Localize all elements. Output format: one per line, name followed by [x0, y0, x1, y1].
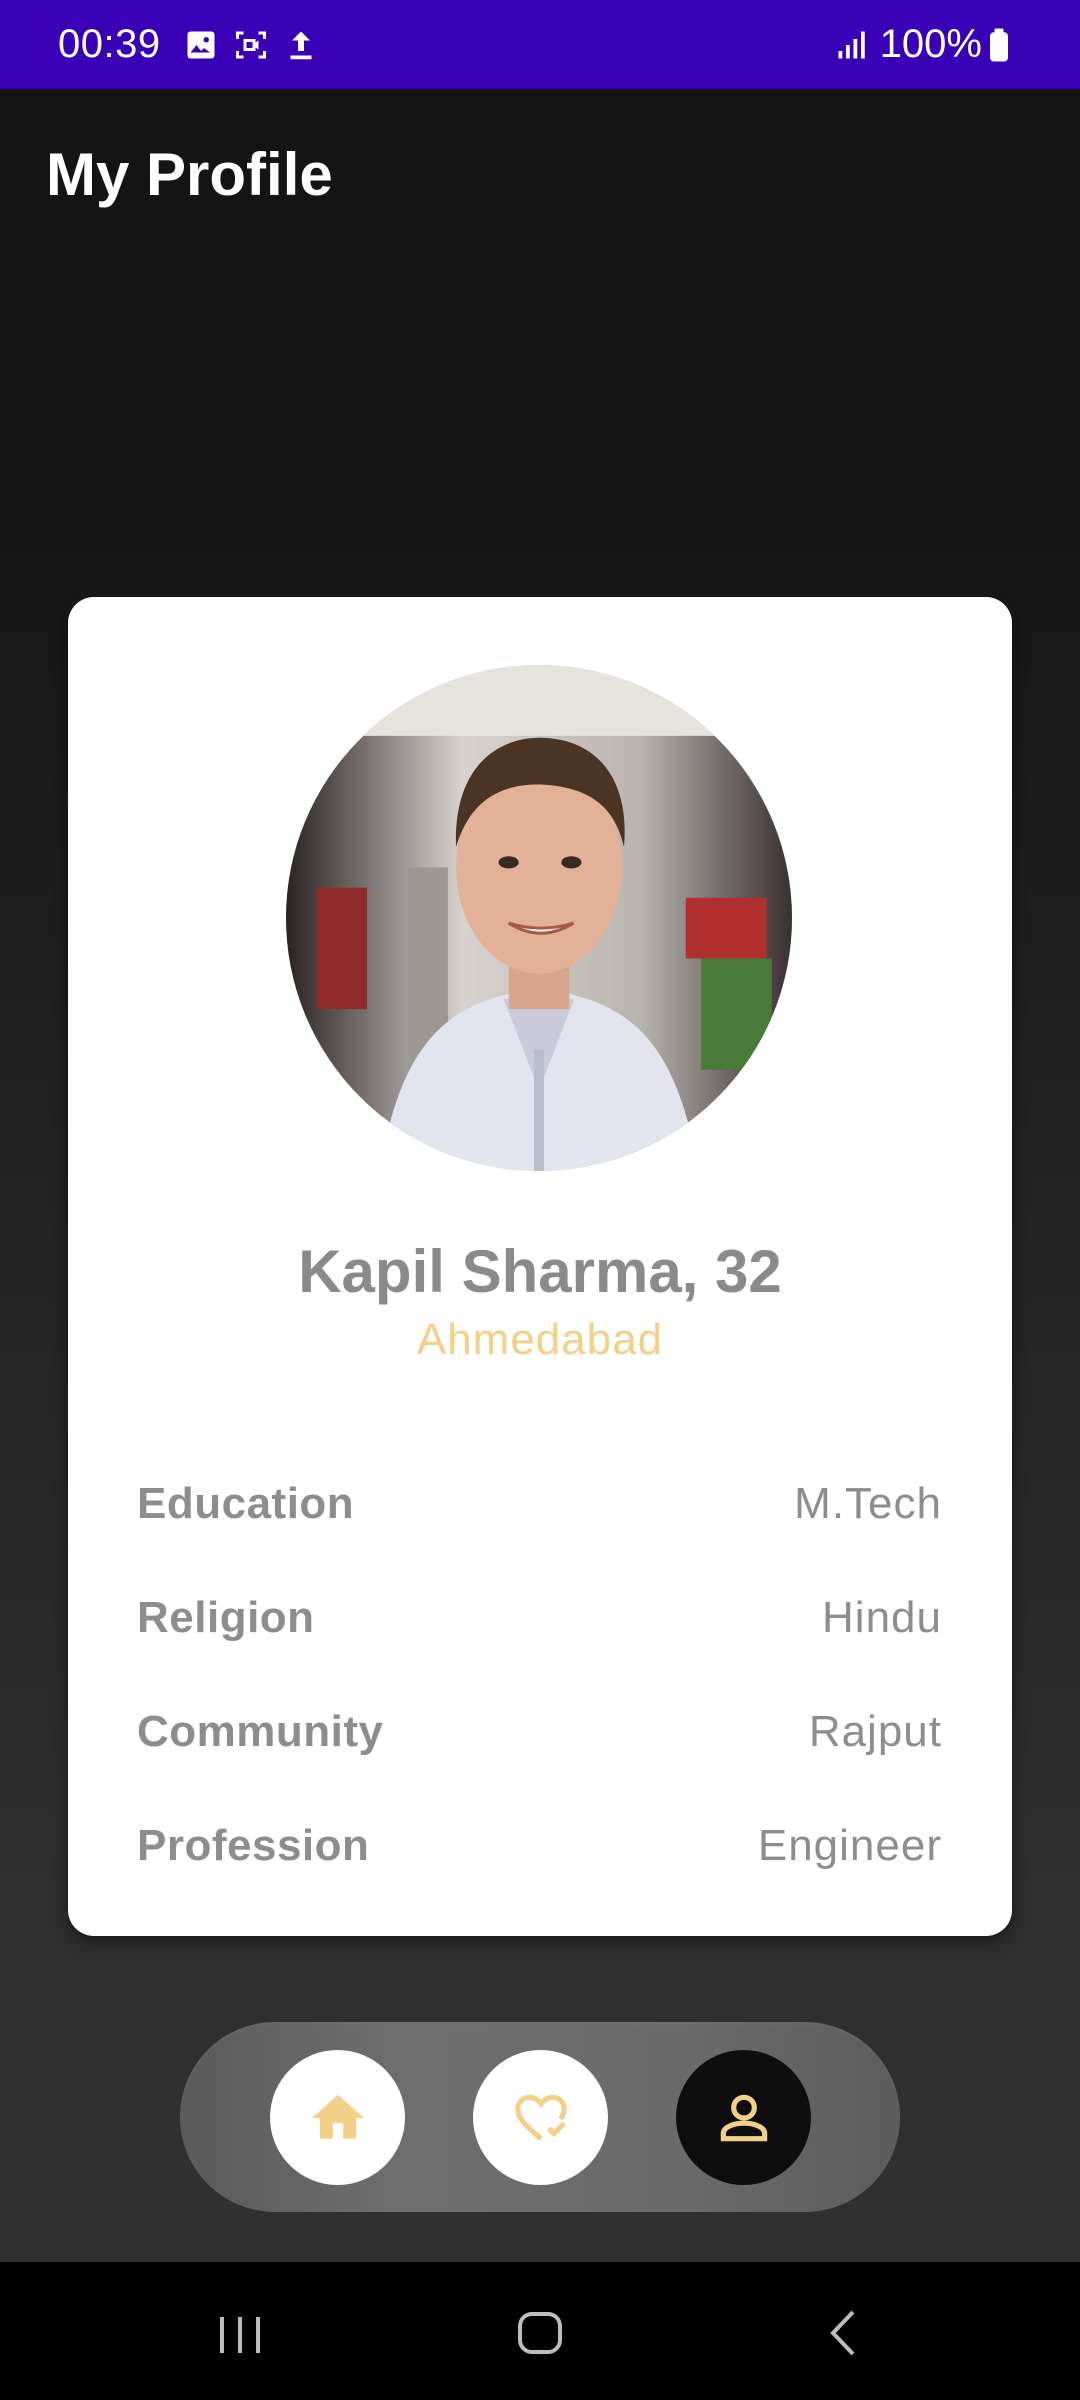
detail-row-religion: Religion Hindu: [137, 1561, 942, 1675]
home-icon: [311, 2094, 364, 2139]
heart-check-icon: [514, 2094, 567, 2141]
recent-apps-icon[interactable]: [210, 2302, 270, 2362]
profile-name-age: Kapil Sharma, 32: [298, 1238, 782, 1305]
detail-label: Community: [137, 1707, 384, 1756]
profile-card: Kapil Sharma, 32 Ahmedabad Education M.T…: [68, 597, 1012, 1936]
system-nav-bar: [0, 2262, 1080, 2400]
gallery-icon: [183, 27, 219, 63]
back-icon[interactable]: [815, 2302, 875, 2362]
detail-value: M.Tech: [794, 1479, 942, 1528]
detail-label: Profession: [137, 1821, 370, 1870]
battery-icon: [988, 27, 1012, 63]
status-time: 00:39: [58, 22, 161, 66]
profile-location: Ahmedabad: [416, 1315, 664, 1364]
detail-row-profession: Profession Engineer: [137, 1789, 942, 1903]
page-title: My Profile: [46, 141, 333, 208]
app-screen: 00:39 100% My Profile Kapil Sharma, 32 A…: [0, 0, 1080, 2400]
status-right: 100%: [834, 22, 1022, 67]
upload-icon: [283, 27, 319, 63]
person-icon: [720, 2094, 767, 2141]
detail-value: Engineer: [757, 1821, 942, 1870]
status-left: 00:39: [58, 22, 333, 67]
screen-record-icon: [233, 27, 269, 63]
detail-row-community: Community Rajput: [137, 1675, 942, 1789]
detail-row-education: Education M.Tech: [137, 1447, 942, 1561]
nav-profile-button[interactable]: [676, 2050, 811, 2185]
signal-icon: [834, 27, 870, 63]
detail-label: Education: [137, 1479, 355, 1528]
profile-details: Education M.Tech Religion Hindu Communit…: [137, 1447, 942, 1903]
profile-avatar: [286, 665, 792, 1171]
status-bar: 00:39 100%: [0, 0, 1080, 89]
nav-favorites-button[interactable]: [473, 2050, 608, 2185]
bottom-nav: [180, 2022, 900, 2212]
detail-value: Hindu: [822, 1593, 942, 1642]
battery-percentage: 100%: [879, 22, 982, 66]
home-nav-icon[interactable]: [510, 2302, 570, 2362]
nav-home-button[interactable]: [270, 2050, 405, 2185]
detail-label: Religion: [137, 1593, 315, 1642]
detail-value: Rajput: [808, 1707, 942, 1756]
